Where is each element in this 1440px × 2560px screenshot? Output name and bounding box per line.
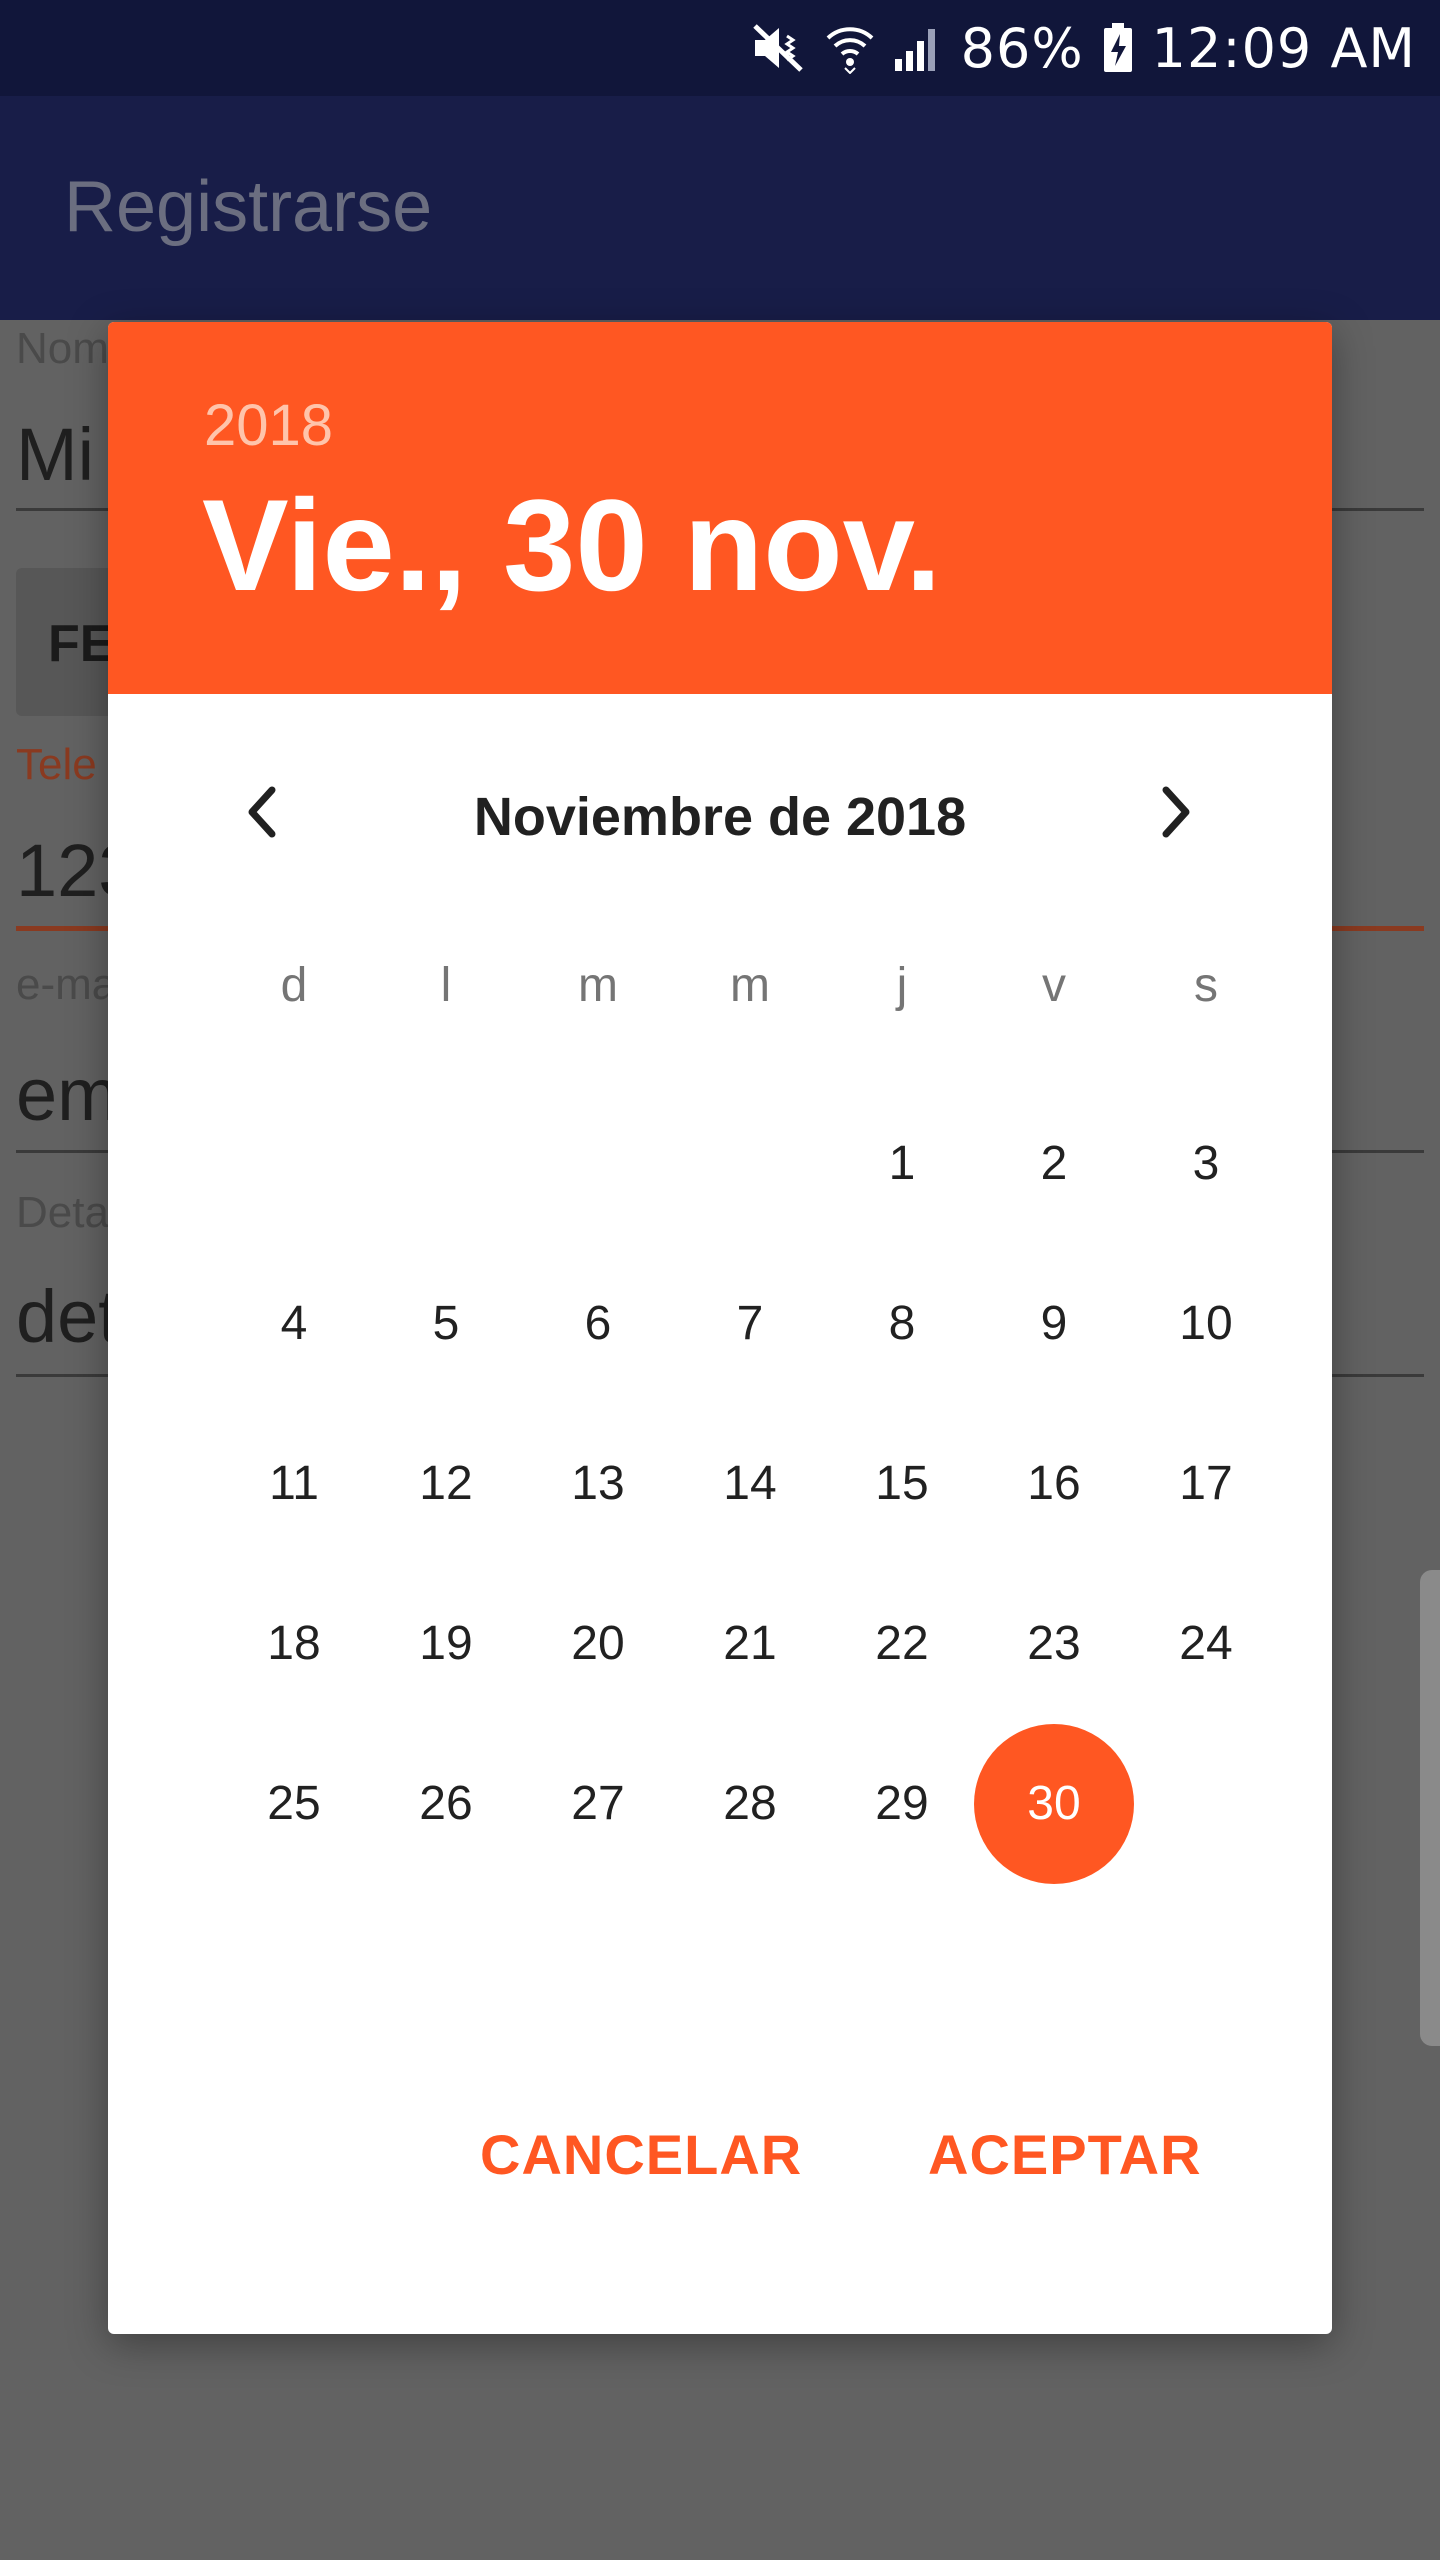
calendar-day[interactable]: 22 <box>826 1616 978 1671</box>
calendar-day[interactable]: 8 <box>826 1296 978 1351</box>
calendar-day[interactable]: 2 <box>978 1136 1130 1191</box>
calendar-day[interactable]: 16 <box>978 1456 1130 1511</box>
calendar-day[interactable]: 17 <box>1130 1456 1282 1511</box>
battery-percent: 86% <box>960 16 1084 80</box>
weekday-header: m <box>730 959 770 1012</box>
header-selected-date[interactable]: Vie., 30 nov. <box>202 470 941 620</box>
calendar-day[interactable]: 10 <box>1130 1296 1282 1351</box>
signal-icon <box>893 23 943 73</box>
date-button-label: FE <box>48 615 115 673</box>
calendar-day[interactable]: 18 <box>218 1616 370 1671</box>
name-field[interactable]: Mi <box>16 412 94 497</box>
calendar-day[interactable]: 24 <box>1130 1616 1282 1671</box>
header-year[interactable]: 2018 <box>204 392 333 459</box>
calendar-day[interactable]: 29 <box>826 1776 978 1831</box>
details-field[interactable]: det <box>16 1274 119 1359</box>
calendar-day[interactable]: 23 <box>978 1616 1130 1671</box>
weekday-header: v <box>1042 959 1066 1012</box>
scroll-edge <box>1420 1570 1440 2046</box>
calendar-day[interactable]: 21 <box>674 1616 826 1671</box>
calendar-day[interactable]: 11 <box>218 1456 370 1511</box>
calendar-day[interactable]: 14 <box>674 1456 826 1511</box>
calendar-day[interactable]: 27 <box>522 1776 674 1831</box>
weekday-header: j <box>896 959 908 1012</box>
cancel-button[interactable]: CANCELAR <box>480 2122 802 2187</box>
calendar-day[interactable]: 13 <box>522 1456 674 1511</box>
accept-button[interactable]: ACEPTAR <box>928 2122 1202 2187</box>
calendar-day[interactable]: 9 <box>978 1296 1130 1351</box>
calendar-day[interactable]: 3 <box>1130 1136 1282 1191</box>
calendar-day[interactable]: 20 <box>522 1616 674 1671</box>
date-picker-header: 2018 Vie., 30 nov. <box>108 322 1332 694</box>
weekday-header: s <box>1194 959 1218 1012</box>
calendar-day-selected[interactable]: 30 <box>978 1776 1130 1831</box>
email-label: e-ma <box>16 960 117 1009</box>
calendar-day[interactable]: 5 <box>370 1296 522 1351</box>
clock: 12:09 AM <box>1151 16 1416 80</box>
weekday-header: m <box>578 959 618 1012</box>
calendar-day[interactable]: 6 <box>522 1296 674 1351</box>
email-field[interactable]: em <box>16 1052 119 1137</box>
chevron-right-icon <box>1162 786 1190 838</box>
weekday-header: d <box>280 959 308 1012</box>
wifi-icon <box>825 22 875 74</box>
app-bar: Registrarse <box>0 96 1440 320</box>
details-label: Deta <box>16 1188 109 1237</box>
month-navigation: Noviembre de 2018 <box>108 762 1332 862</box>
weekday-header: l <box>440 959 452 1012</box>
phone-label: Tele <box>16 740 97 789</box>
name-label: Nom <box>16 324 109 373</box>
date-picker-dialog: 2018 Vie., 30 nov. Noviembre de 2018 dlm… <box>108 322 1332 2334</box>
calendar-day[interactable]: 19 <box>370 1616 522 1671</box>
calendar-day[interactable]: 25 <box>218 1776 370 1831</box>
calendar-day[interactable]: 7 <box>674 1296 826 1351</box>
mute-vibrate-icon <box>751 22 807 74</box>
status-bar: 86% 12:09 AM <box>0 0 1440 96</box>
next-month-button[interactable] <box>1126 762 1226 862</box>
calendar-day[interactable]: 26 <box>370 1776 522 1831</box>
page-title: Registrarse <box>64 167 433 247</box>
calendar-day[interactable]: 15 <box>826 1456 978 1511</box>
calendar-day[interactable]: 28 <box>674 1776 826 1831</box>
battery-charging-icon <box>1102 22 1134 74</box>
calendar-day[interactable]: 1 <box>826 1136 978 1191</box>
calendar-day[interactable]: 12 <box>370 1456 522 1511</box>
calendar-day[interactable]: 4 <box>218 1296 370 1351</box>
